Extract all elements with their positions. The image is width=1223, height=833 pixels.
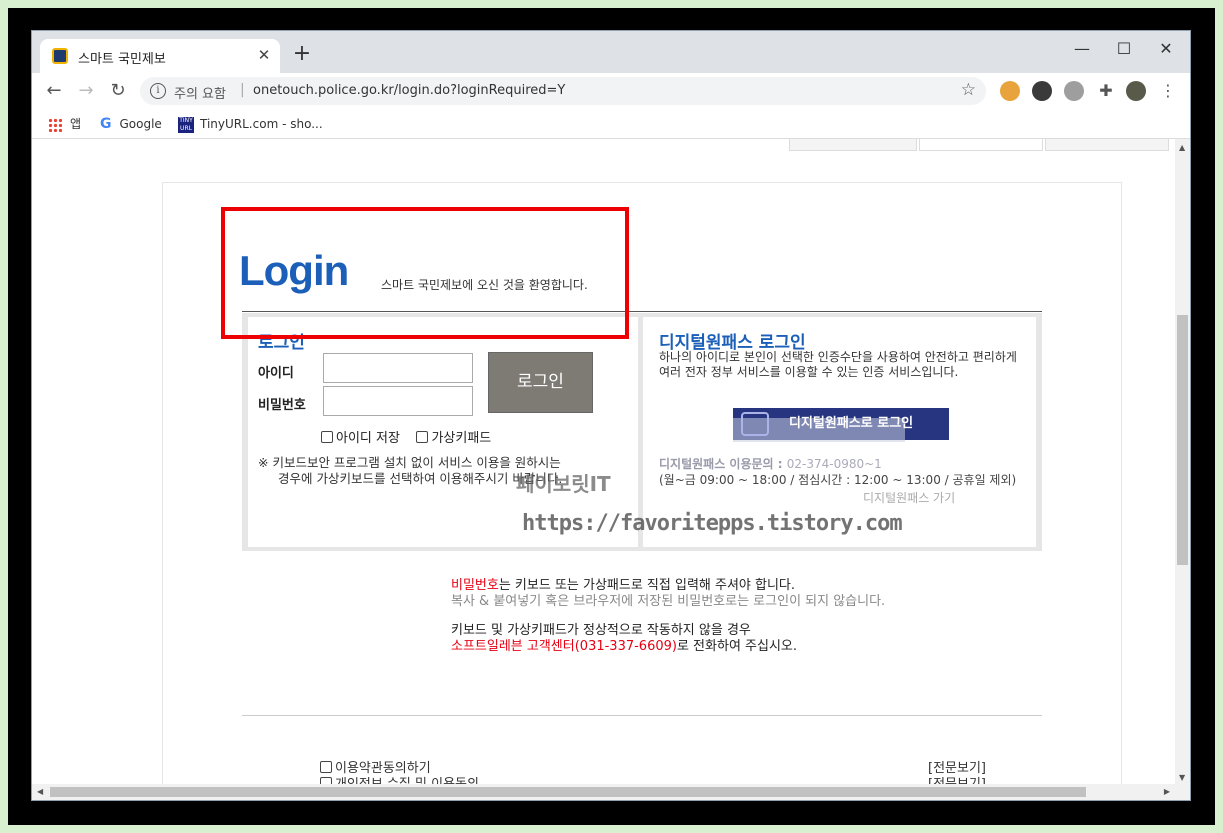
virtual-keypad-checkbox[interactable]: 가상키패드: [416, 431, 491, 446]
bookmark-label: 앱: [70, 117, 82, 131]
digital-onepass-link[interactable]: 디지털원패스 가기: [863, 489, 955, 506]
close-tab-icon[interactable]: ✕: [254, 45, 274, 65]
new-tab-button[interactable]: +: [290, 43, 314, 67]
info-line: 로 전화하여 주십시오.: [676, 639, 798, 654]
site-tab[interactable]: [1045, 139, 1169, 151]
id-input[interactable]: [323, 353, 473, 383]
support-info: 키보드 및 가상키패드가 정상적으로 작동하지 않을 경우 소프트일레븐 고객센…: [451, 623, 797, 655]
inquiry-phone: 02-374-0980~1: [786, 457, 882, 471]
digital-onepass-button-label: 디지털원패스로 로그인: [789, 416, 914, 431]
address-bar[interactable]: i 주의 요함 | onetouch.police.go.kr/login.do…: [140, 77, 986, 105]
maximize-button[interactable]: ☐: [1104, 37, 1144, 61]
site-favicon-icon: [52, 48, 68, 64]
bookmark-tinyurl[interactable]: TINY URL TinyURL.com - sho...: [178, 115, 323, 133]
forward-icon[interactable]: →: [74, 79, 98, 103]
highlight-box: [221, 207, 629, 339]
inquiry-hours: (월~금 09:00 ~ 18:00 / 점심시간 : 12:00 ~ 13:0…: [659, 473, 1017, 487]
extension-download-icon[interactable]: [1032, 81, 1052, 101]
browser-tab[interactable]: 스마트 국민제보 ✕: [40, 39, 280, 73]
scroll-right-icon[interactable]: ▶: [1164, 787, 1170, 796]
bookmark-star-icon[interactable]: ☆: [961, 80, 976, 100]
url-text[interactable]: onetouch.police.go.kr/login.do?loginRequ…: [253, 83, 565, 98]
browser-window: 스마트 국민제보 ✕ + — ☐ ✕ ← → ↻ i 주의 요함 | oneto…: [31, 30, 1191, 801]
info-line: 키보드 및 가상키패드가 정상적으로 작동하지 않을 경우: [451, 623, 751, 638]
browser-toolbar: ← → ↻ i 주의 요함 | onetouch.police.go.kr/lo…: [32, 73, 1190, 109]
watermark-url: https://favoritepps.tistory.com: [522, 511, 903, 536]
password-input[interactable]: [323, 386, 473, 416]
bookmarks-bar: 앱 G Google TINY URL TinyURL.com - sho...: [32, 109, 1190, 139]
fingerprint-icon: [741, 412, 769, 436]
save-id-checkbox[interactable]: 아이디 저장: [321, 431, 400, 446]
vertical-scroll-thumb[interactable]: [1177, 315, 1188, 565]
minimize-button[interactable]: —: [1062, 37, 1102, 61]
scroll-down-icon[interactable]: ▼: [1179, 773, 1185, 782]
tab-strip: 스마트 국민제보 ✕ + — ☐ ✕: [32, 31, 1190, 73]
close-window-button[interactable]: ✕: [1146, 37, 1186, 61]
id-label: 아이디: [258, 366, 294, 381]
tab-title: 스마트 국민제보: [78, 52, 166, 67]
watermark-text: 페이보릿IT: [516, 472, 611, 496]
horizontal-scroll-thumb[interactable]: [50, 787, 1086, 797]
apps-grid-icon: [48, 117, 62, 132]
bookmark-label: Google: [119, 117, 162, 131]
login-options: 아이디 저장 가상키패드: [321, 427, 491, 446]
extension-face-icon[interactable]: [1000, 81, 1020, 101]
bookmark-label: TinyURL.com - sho...: [200, 117, 323, 131]
bookmark-apps[interactable]: 앱: [48, 115, 81, 133]
profile-avatar[interactable]: [1126, 81, 1146, 101]
back-icon[interactable]: ←: [42, 79, 66, 103]
horizontal-scrollbar[interactable]: ◀ ▶: [32, 784, 1190, 800]
google-icon: G: [100, 116, 112, 132]
virtual-keypad-label: 가상키패드: [431, 431, 492, 446]
site-tab-active[interactable]: [919, 139, 1043, 151]
omnibox-divider: |: [240, 82, 245, 98]
digital-onepass-login-button[interactable]: 디지털원패스로 로그인: [733, 408, 949, 442]
vertical-scrollbar[interactable]: ▲ ▼: [1175, 139, 1190, 786]
site-top-tabs: [789, 139, 1169, 151]
inquiry-label: 디지털원패스 이용문의 :: [659, 457, 787, 471]
password-info: 비밀번호는 키보드 또는 가상패드로 직접 입력해 주셔야 합니다. 복사 & …: [451, 578, 885, 610]
menu-kebab-icon[interactable]: ⋮: [1158, 81, 1178, 101]
login-button[interactable]: 로그인: [488, 352, 593, 413]
bookmark-google[interactable]: G Google: [100, 115, 162, 133]
password-word: 비밀번호: [451, 578, 499, 593]
divider: [242, 715, 1042, 716]
scroll-up-icon[interactable]: ▲: [1179, 143, 1185, 152]
support-contact: 소프트일레븐 고객센터(031-337-6609): [451, 639, 677, 654]
inquiry-info: 디지털원패스 이용문의 : 02-374-0980~1 (월~금 09:00 ~…: [659, 456, 1016, 488]
extension-share-icon[interactable]: [1064, 81, 1084, 101]
reload-icon[interactable]: ↻: [106, 79, 130, 103]
tinyurl-icon: TINY URL: [178, 116, 194, 133]
security-warning[interactable]: 주의 요함: [174, 83, 226, 102]
extensions-puzzle-icon[interactable]: ✚: [1096, 81, 1116, 101]
info-line: 복사 & 붙여넣기 혹은 브라우저에 저장된 비밀번호로는 로그인이 되지 않습…: [451, 594, 886, 609]
info-line: 는 키보드 또는 가상패드로 직접 입력해 주셔야 합니다.: [498, 578, 796, 593]
digital-onepass-description: 하나의 아이디로 본인이 선택한 인증수단을 사용하여 안전하고 편리하게 여러…: [659, 350, 1017, 379]
info-icon[interactable]: i: [150, 83, 166, 99]
password-label: 비밀번호: [258, 398, 306, 413]
scroll-left-icon[interactable]: ◀: [37, 787, 43, 796]
site-tab[interactable]: [789, 139, 917, 151]
save-id-label: 아이디 저장: [336, 431, 400, 446]
